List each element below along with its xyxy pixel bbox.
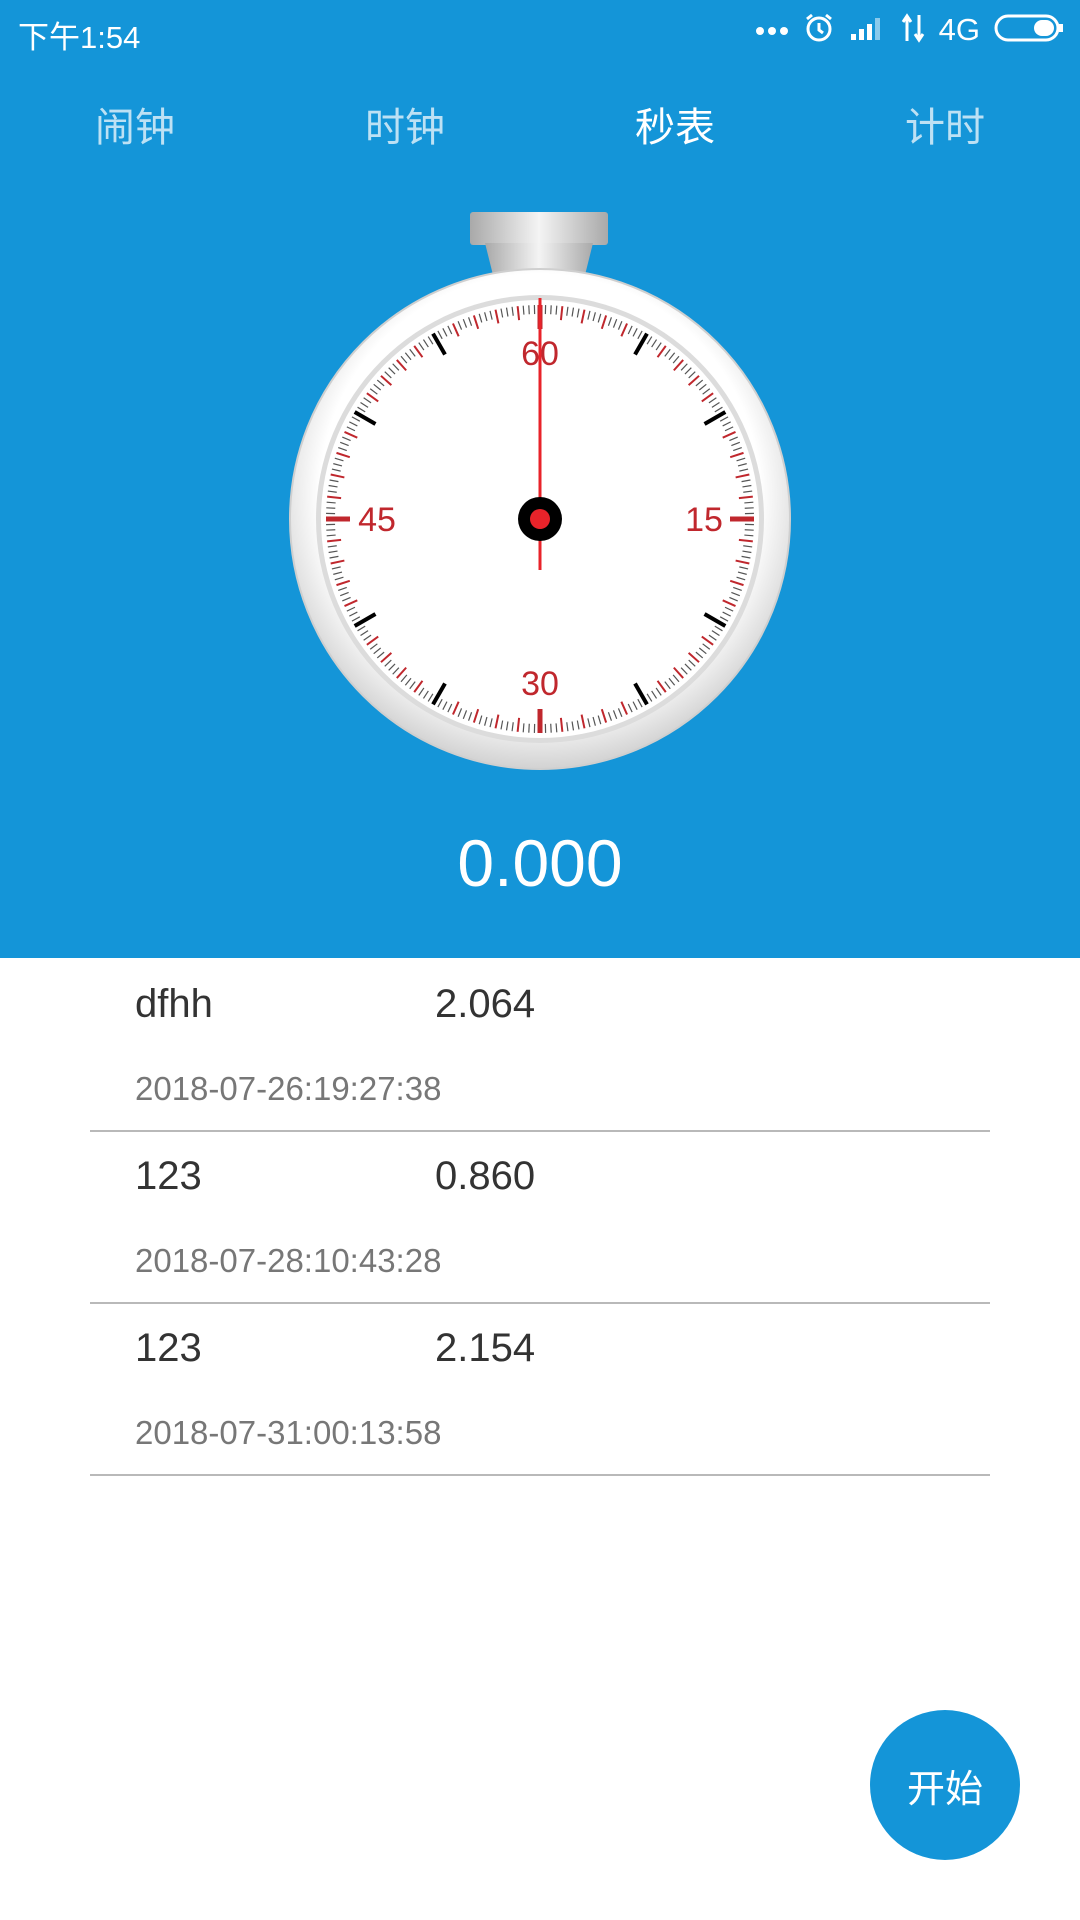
dial-label-15: 15	[685, 501, 723, 539]
tab-bar: 闹钟 时钟 秒表 计时	[0, 95, 1080, 175]
dial-tick	[744, 534, 754, 537]
signal-icon	[849, 14, 887, 46]
record-date: 2018-07-31:00:13:58	[135, 1414, 442, 1451]
dial-tick	[522, 305, 525, 315]
record-value: 0.860	[435, 1154, 536, 1198]
tab-stopwatch[interactable]: 秒表	[575, 95, 775, 153]
status-time: 下午1:54	[18, 20, 141, 55]
dial-label-45: 45	[358, 501, 396, 539]
data-arrows-icon	[901, 13, 925, 47]
more-dots-icon	[755, 21, 789, 40]
stopwatch-dial: 60 15 30 45	[289, 212, 791, 770]
dial-tick	[326, 501, 336, 504]
elapsed-time: 0.000	[457, 826, 623, 900]
list-item[interactable]: dfhh 2.064 2018-07-26:19:27:38	[90, 960, 990, 1132]
alarm-icon	[803, 12, 835, 48]
start-button[interactable]: 开始	[870, 1710, 1020, 1860]
crown-icon	[470, 212, 608, 275]
record-value: 2.064	[435, 982, 536, 1026]
record-date: 2018-07-26:19:27:38	[135, 1070, 442, 1107]
list-item[interactable]: 123 2.154 2018-07-31:00:13:58	[90, 1304, 990, 1476]
lap-records: dfhh 2.064 2018-07-26:19:27:38 123 0.860…	[90, 960, 990, 1476]
dial-tick	[555, 723, 558, 733]
record-date: 2018-07-28:10:43:28	[135, 1242, 442, 1279]
list-item[interactable]: 123 0.860 2018-07-28:10:43:28	[90, 1132, 990, 1304]
dial-tick	[555, 305, 558, 315]
dial-label-30: 30	[521, 665, 559, 703]
record-name: 123	[135, 1326, 202, 1370]
dial-tick	[744, 501, 754, 504]
dial-tick	[326, 534, 336, 537]
dial-tick	[522, 723, 525, 733]
tab-timer[interactable]: 计时	[845, 95, 1045, 153]
status-icons: 4G	[755, 10, 1066, 50]
record-value: 2.154	[435, 1326, 536, 1370]
status-bar: 下午1:54 4G	[0, 0, 1080, 60]
battery-icon	[994, 13, 1066, 47]
record-name: 123	[135, 1154, 202, 1198]
network-type: 4G	[938, 12, 980, 47]
tab-clock[interactable]: 时钟	[305, 95, 505, 153]
record-name: dfhh	[135, 982, 213, 1026]
tab-alarm[interactable]: 闹钟	[35, 95, 235, 153]
header-area: 下午1:54 4G 闹钟 时钟 秒表 计时 60 15 30 45 0.000	[0, 0, 1080, 958]
